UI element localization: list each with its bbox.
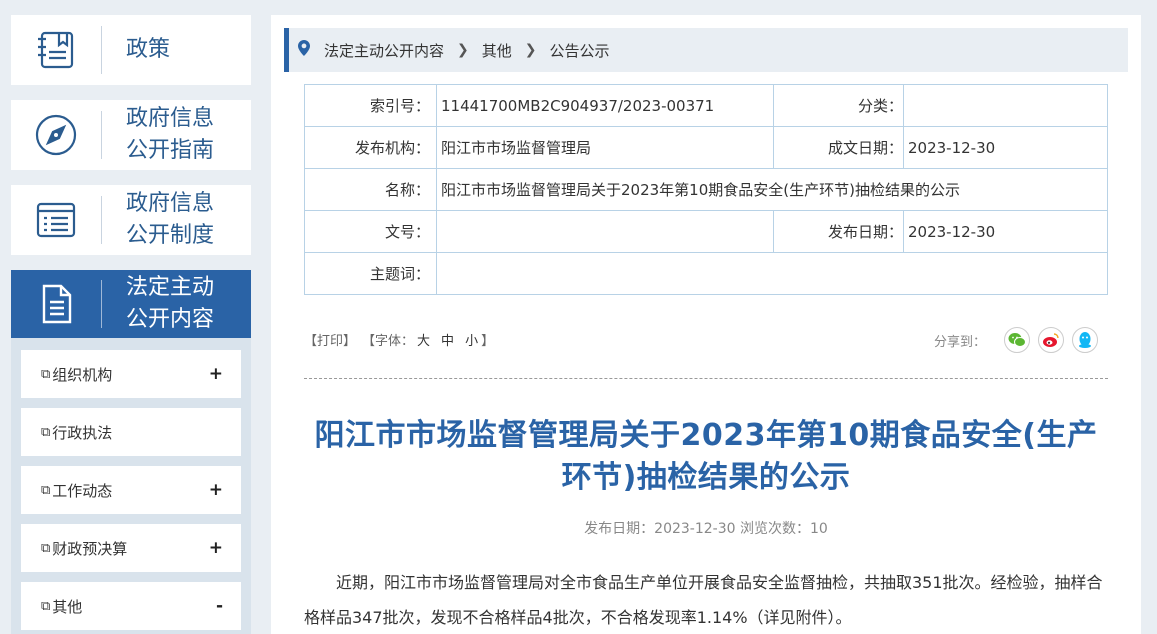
sub-item-organization[interactable]: ⧉ 组织机构 + bbox=[21, 350, 241, 398]
sub-item-other[interactable]: ⧉ 其他 - bbox=[21, 582, 241, 630]
list-icon bbox=[11, 185, 101, 255]
qq-share-icon[interactable] bbox=[1072, 327, 1098, 353]
wechat-share-icon[interactable] bbox=[1004, 327, 1030, 353]
table-row: 文号： 发布日期： 2023-12-30 bbox=[304, 210, 1108, 253]
sub-item-work-news[interactable]: ⧉ 工作动态 + bbox=[21, 466, 241, 514]
expand-icon[interactable]: + bbox=[209, 364, 223, 384]
created-date-label: 成文日期： bbox=[773, 126, 904, 169]
expand-icon[interactable]: + bbox=[209, 538, 223, 558]
doc-number-label: 文号： bbox=[304, 210, 437, 253]
nav-disclosure-system-label: 政府信息 公开制度 bbox=[126, 191, 215, 248]
weibo-share-icon[interactable] bbox=[1038, 327, 1064, 353]
font-small-button[interactable]: 小 bbox=[465, 330, 478, 349]
document-info-table: 索引号： 11441700MB2C904937/2023-00371 分类： 发… bbox=[304, 84, 1108, 295]
publish-date-label: 发布日期： bbox=[773, 210, 904, 253]
compass-icon bbox=[11, 100, 101, 170]
doc-icon: ⧉ bbox=[41, 598, 51, 614]
breadcrumb-link-statutory[interactable]: 法定主动公开内容 bbox=[324, 40, 444, 61]
nav-policy-label: 政策 bbox=[126, 37, 171, 62]
table-row: 名称： 阳江市市场监督管理局关于2023年第10期食品安全(生产环节)抽检结果的… bbox=[304, 168, 1108, 211]
article-toolbar: 【打印】 【字体： 大 中 小 】 分享到： bbox=[304, 327, 1108, 353]
location-pin-icon bbox=[298, 40, 310, 60]
breadcrumb-link-other[interactable]: 其他 bbox=[482, 40, 512, 61]
font-size-suffix: 】 bbox=[481, 333, 495, 349]
chevron-right-icon: ❯ bbox=[524, 42, 537, 58]
subject-label: 主题词： bbox=[304, 252, 437, 295]
doc-icon: ⧉ bbox=[41, 366, 51, 382]
book-icon bbox=[11, 15, 101, 85]
name-value: 阳江市市场监督管理局关于2023年第10期食品安全(生产环节)抽检结果的公示 bbox=[436, 168, 1108, 211]
nav-disclosure-guide-label: 政府信息 公开指南 bbox=[126, 106, 215, 163]
breadcrumb: 法定主动公开内容 ❯ 其他 ❯ 公告公示 bbox=[284, 28, 1128, 72]
sub-menu-panel: ⧉ 组织机构 + ⧉ 行政执法 ⧉ 工作动态 + ⧉ 财政预决算 + ⧉ 其他 … bbox=[11, 338, 251, 634]
subject-value bbox=[436, 252, 1108, 295]
table-row: 发布机构： 阳江市市场监督管理局 成文日期： 2023-12-30 bbox=[304, 126, 1108, 169]
table-row: 主题词： bbox=[304, 252, 1108, 295]
article-pubinfo: 发布日期：2023-12-30 浏览次数：10 bbox=[584, 521, 828, 537]
publish-date-value: 2023-12-30 bbox=[903, 210, 1108, 253]
doc-icon: ⧉ bbox=[41, 424, 51, 440]
index-label: 索引号： bbox=[304, 84, 437, 127]
sub-item-label: 其他 bbox=[52, 597, 83, 616]
sub-item-label: 行政执法 bbox=[52, 423, 113, 442]
divider bbox=[304, 378, 1108, 379]
article-title: 阳江市市场监督管理局关于2023年第10期食品安全(生产环节)抽检结果的公示 bbox=[314, 418, 1098, 495]
table-row: 索引号： 11441700MB2C904937/2023-00371 分类： bbox=[304, 84, 1108, 127]
article-body: 近期，阳江市市场监督管理局对全市食品生产单位开展食品安全监督抽检，共抽取351批… bbox=[304, 573, 1103, 627]
publisher-label: 发布机构： bbox=[304, 126, 437, 169]
nav-disclosure-system[interactable]: 政府信息 公开制度 bbox=[11, 185, 251, 255]
sub-item-law-enforcement[interactable]: ⧉ 行政执法 bbox=[21, 408, 241, 456]
doc-icon: ⧉ bbox=[41, 482, 51, 498]
sub-item-budget[interactable]: ⧉ 财政预决算 + bbox=[21, 524, 241, 572]
breadcrumb-link-announcement[interactable]: 公告公示 bbox=[550, 40, 610, 61]
document-icon bbox=[11, 270, 101, 338]
nav-policy[interactable]: 政策 bbox=[11, 15, 251, 85]
category-value bbox=[903, 84, 1108, 127]
font-medium-button[interactable]: 中 bbox=[441, 330, 454, 349]
nav-statutory-disclosure-label: 法定主动 公开内容 bbox=[126, 275, 215, 332]
index-value: 11441700MB2C904937/2023-00371 bbox=[436, 84, 774, 127]
expand-icon[interactable]: + bbox=[209, 480, 223, 500]
doc-number-value bbox=[436, 210, 774, 253]
main-content: 法定主动公开内容 ❯ 其他 ❯ 公告公示 索引号： 11441700MB2C90… bbox=[271, 15, 1141, 634]
sub-item-label: 组织机构 bbox=[52, 365, 113, 384]
chevron-right-icon: ❯ bbox=[457, 42, 469, 58]
sub-item-label: 工作动态 bbox=[52, 481, 113, 500]
category-label: 分类： bbox=[773, 84, 904, 127]
name-label: 名称： bbox=[304, 168, 437, 211]
sub-item-label: 财政预决算 bbox=[52, 539, 128, 558]
doc-icon: ⧉ bbox=[41, 540, 51, 556]
font-large-button[interactable]: 大 bbox=[417, 330, 430, 349]
collapse-icon[interactable]: - bbox=[216, 596, 223, 616]
print-button[interactable]: 【打印】 bbox=[304, 330, 356, 349]
share-label: 分享到： bbox=[933, 334, 986, 350]
nav-statutory-disclosure[interactable]: 法定主动 公开内容 bbox=[11, 270, 251, 338]
font-size-prefix: 【字体： bbox=[362, 333, 415, 349]
publisher-value: 阳江市市场监督管理局 bbox=[436, 126, 774, 169]
created-date-value: 2023-12-30 bbox=[903, 126, 1108, 169]
share-bar: 分享到： bbox=[934, 327, 1098, 353]
nav-disclosure-guide[interactable]: 政府信息 公开指南 bbox=[11, 100, 251, 170]
